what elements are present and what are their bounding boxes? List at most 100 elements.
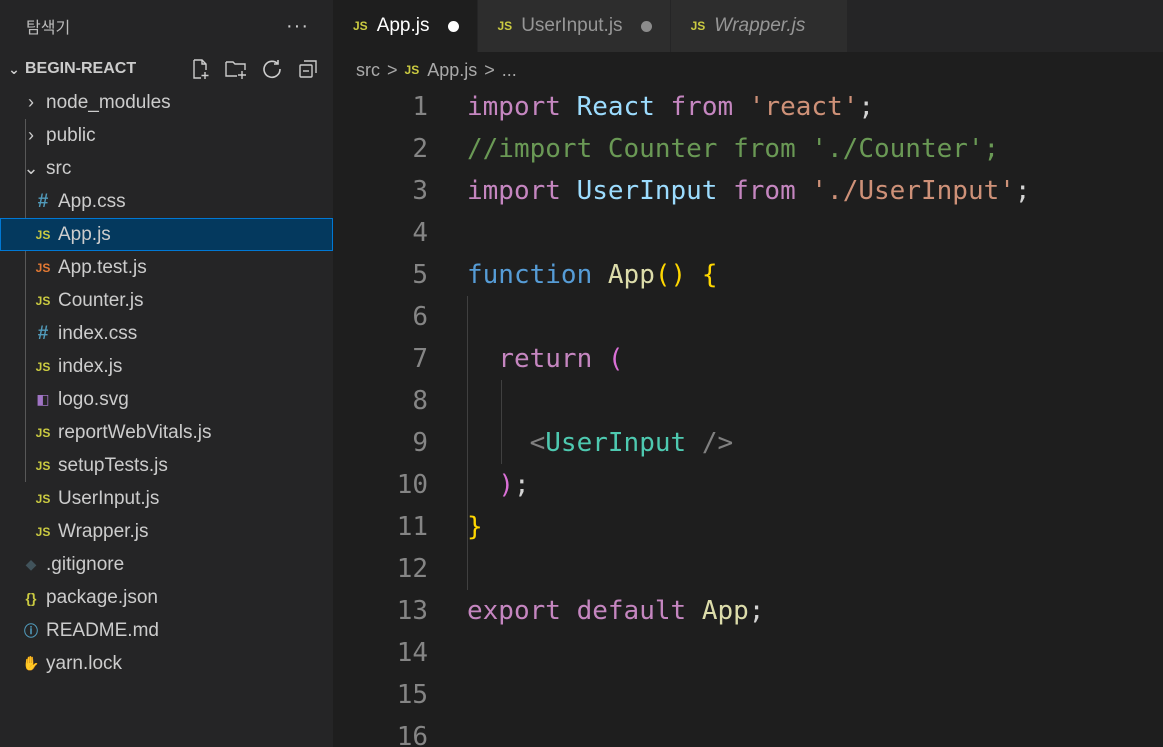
tree-file[interactable]: # index.css <box>0 317 333 350</box>
tree-folder[interactable]: › public <box>0 119 333 152</box>
code-token: /> <box>701 428 734 458</box>
new-file-icon[interactable] <box>186 55 214 83</box>
code-line: 1 import React from 'react'; <box>333 86 1163 128</box>
tree-file[interactable]: ◆ .gitignore <box>0 548 333 581</box>
code-text: import UserInput from './UserInput'; <box>467 176 1031 206</box>
tree-item-label: public <box>46 124 96 146</box>
tree-item-label: setupTests.js <box>58 454 168 476</box>
tree-file[interactable]: JS App.js <box>0 218 333 251</box>
workspace-section-header[interactable]: ⌄ BEGIN-REACT <box>0 52 333 86</box>
code-token: UserInput <box>576 176 718 206</box>
tree-item-label: node_modules <box>46 91 171 113</box>
tree-file[interactable]: JS setupTests.js <box>0 449 333 482</box>
js-file-icon: JS <box>404 63 420 77</box>
code-line: 2 //import Counter from './Counter'; <box>333 128 1163 170</box>
chevron-right-icon: › <box>28 125 34 145</box>
line-number: 13 <box>396 596 428 626</box>
explorer-sidebar: 탐색기 ··· ⌄ BEGIN-REACT › node_modules › publ… <box>0 0 333 747</box>
tree-item-label: App.css <box>58 190 126 212</box>
tree-file[interactable]: JS reportWebVitals.js <box>0 416 333 449</box>
collapse-all-icon[interactable] <box>294 55 322 83</box>
more-actions-icon[interactable]: ··· <box>286 15 309 38</box>
css-file-icon: # <box>37 322 49 344</box>
line-number: 14 <box>396 638 428 668</box>
breadcrumb-folder[interactable]: src <box>356 60 380 81</box>
code-line: 16 <box>333 716 1163 747</box>
tree-file[interactable]: ⓘ README.md <box>0 614 333 647</box>
code-editor[interactable]: 1 import React from 'react'; 2 //import Cou… <box>333 86 1163 747</box>
code-line: 8 <box>333 380 1163 422</box>
code-text: <UserInput /> <box>467 428 734 458</box>
code-token: App <box>607 260 655 290</box>
code-token: import <box>467 176 561 206</box>
test-file-icon: JS <box>35 260 51 275</box>
code-token: './UserInput' <box>811 176 1015 206</box>
css-file-icon: # <box>37 190 49 212</box>
tree-file[interactable]: JS UserInput.js <box>0 482 333 515</box>
code-token: ; <box>1014 176 1031 206</box>
breadcrumb-symbol[interactable]: ... <box>502 60 517 81</box>
line-number: 5 <box>412 260 428 290</box>
code-text: } <box>467 512 483 542</box>
tree-file[interactable]: ◧ logo.svg <box>0 383 333 416</box>
code-token: ; <box>513 470 530 500</box>
code-line: 4 <box>333 212 1163 254</box>
tree-folder[interactable]: › node_modules <box>0 86 333 119</box>
tree-item-label: index.js <box>58 355 123 377</box>
editor-tab[interactable]: JS UserInput.js <box>477 0 671 52</box>
tree-file[interactable]: JS index.js <box>0 350 333 383</box>
tree-folder[interactable]: ⌄ src <box>0 152 333 185</box>
code-line: 6 <box>333 296 1163 338</box>
code-token: 'react' <box>748 92 859 122</box>
tree-file[interactable]: JS Wrapper.js <box>0 515 333 548</box>
code-token: ) <box>498 470 514 500</box>
new-folder-icon[interactable] <box>222 55 250 83</box>
code-line: 14 <box>333 632 1163 674</box>
js-file-icon: JS <box>35 491 51 506</box>
tree-item-label: .gitignore <box>46 553 125 575</box>
tree-item-label: logo.svg <box>58 388 129 410</box>
refresh-icon[interactable] <box>258 55 286 83</box>
line-number: 8 <box>412 386 428 416</box>
code-text: export default App; <box>467 596 764 626</box>
unsaved-dot-icon[interactable] <box>640 20 652 32</box>
js-file-icon: JS <box>35 425 51 440</box>
editor-tab[interactable]: JS Wrapper.js <box>670 0 849 52</box>
code-token: React <box>576 92 655 122</box>
line-number: 16 <box>396 722 428 747</box>
js-file-icon: JS <box>35 524 51 539</box>
tree-file[interactable]: # App.css <box>0 185 333 218</box>
line-number: 11 <box>396 512 428 542</box>
code-token: { <box>701 260 718 290</box>
code-line: 15 <box>333 674 1163 716</box>
json-file-icon: {} <box>25 589 37 606</box>
unsaved-dot-icon[interactable] <box>447 20 459 32</box>
tree-file[interactable]: JS Counter.js <box>0 284 333 317</box>
editor-tab[interactable]: JS App.js <box>333 0 478 52</box>
tab-label: UserInput.js <box>521 15 623 36</box>
editor-area: JS App.js JS UserInput.js JS Wrapper.js src >… <box>333 0 1163 747</box>
code-line: 7 return ( <box>333 338 1163 380</box>
code-token: UserInput <box>545 428 687 458</box>
file-tree: › node_modules › public ⌄ src # App.css JS App.js… <box>0 86 333 680</box>
js-file-icon: JS <box>690 19 706 33</box>
code-token: import <box>467 92 561 122</box>
breadcrumb-file[interactable]: App.js <box>427 60 477 81</box>
code-token: //import Counter from './Counter'; <box>467 134 1000 164</box>
js-file-icon: JS <box>353 19 368 33</box>
tree-item-label: UserInput.js <box>58 487 160 509</box>
tree-file[interactable]: ✋ yarn.lock <box>0 647 333 680</box>
tree-file[interactable]: {} package.json <box>0 581 333 614</box>
line-number: 12 <box>396 554 428 584</box>
tree-file[interactable]: JS App.test.js <box>0 251 333 284</box>
chevron-down-icon[interactable]: ⌄ <box>4 61 24 78</box>
line-number: 6 <box>412 302 428 332</box>
code-token: function <box>467 260 593 290</box>
